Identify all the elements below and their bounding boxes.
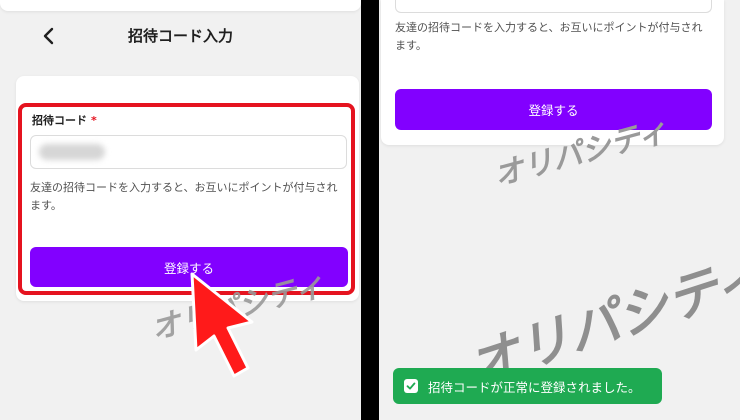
register-button-label: 登録する: [528, 103, 579, 118]
pointer-arrow-icon: [190, 272, 254, 378]
page-header: 招待コード入力: [0, 0, 361, 62]
invite-form-card: 友達の招待コードを入力すると、お互いにポイントが付与されます。 登録する: [381, 0, 724, 145]
invite-code-input[interactable]: [395, 0, 712, 13]
right-screenshot-panel: 友達の招待コードを入力すると、お互いにポイントが付与されます。 登録する オリパ…: [379, 0, 740, 420]
header-bar: [0, 0, 361, 11]
page-title: 招待コード入力: [127, 27, 233, 45]
left-screenshot-panel: 招待コード入力 招待コード * 友達の招待コードを入力すると、お互いにポイントが付…: [0, 0, 361, 420]
check-icon: [404, 379, 418, 393]
toast-message: 招待コードが正常に登録されました。: [428, 379, 641, 395]
success-toast: 招待コードが正常に登録されました。: [393, 368, 662, 404]
invite-help-text: 友達の招待コードを入力すると、お互いにポイントが付与されます。: [395, 21, 703, 52]
